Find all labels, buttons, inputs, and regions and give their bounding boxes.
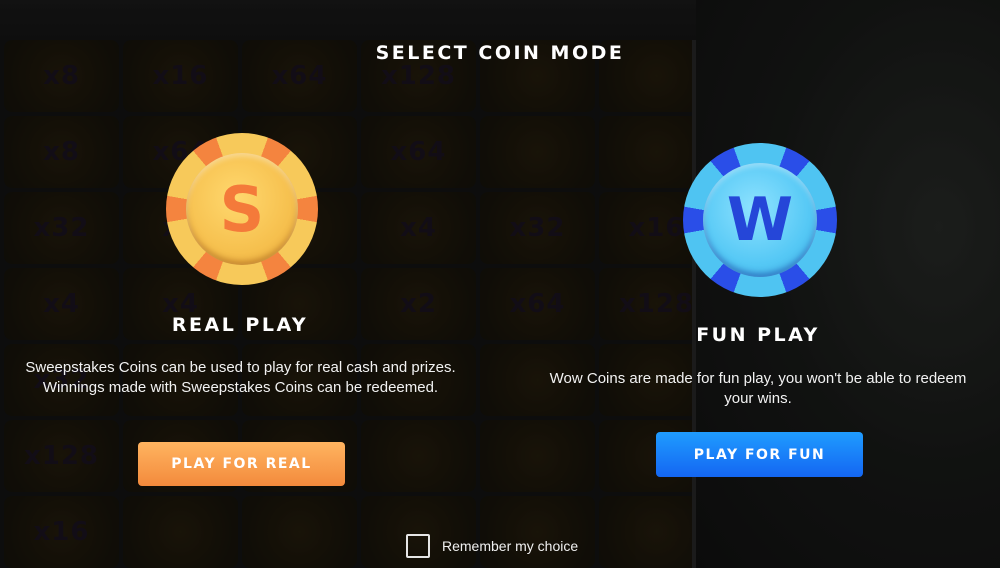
wow-coin-icon: W	[683, 143, 837, 297]
sweepstakes-coin-face: S	[186, 153, 298, 265]
fun-play-description: Wow Coins are made for fun play, you won…	[549, 370, 967, 407]
modal-title: SELECT COIN MODE	[375, 42, 625, 64]
play-for-fun-button[interactable]: PLAY FOR FUN	[656, 432, 863, 477]
wow-coin-face: W	[703, 163, 817, 277]
real-play-title: REAL PLAY	[171, 314, 309, 336]
play-for-real-button[interactable]: PLAY FOR REAL	[138, 442, 345, 486]
remember-choice-label[interactable]: Remember my choice	[442, 538, 578, 554]
wow-coin-letter: W	[726, 185, 794, 255]
real-play-description: Sweepstakes Coins can be used to play fo…	[25, 359, 456, 396]
remember-choice-option[interactable]: Remember my choice	[406, 534, 578, 558]
remember-choice-checkbox[interactable]	[406, 534, 430, 558]
sweepstakes-coin-letter: S	[219, 172, 265, 246]
sweepstakes-coin-icon: S	[166, 133, 318, 285]
fun-play-title: FUN PLAY	[696, 324, 820, 346]
